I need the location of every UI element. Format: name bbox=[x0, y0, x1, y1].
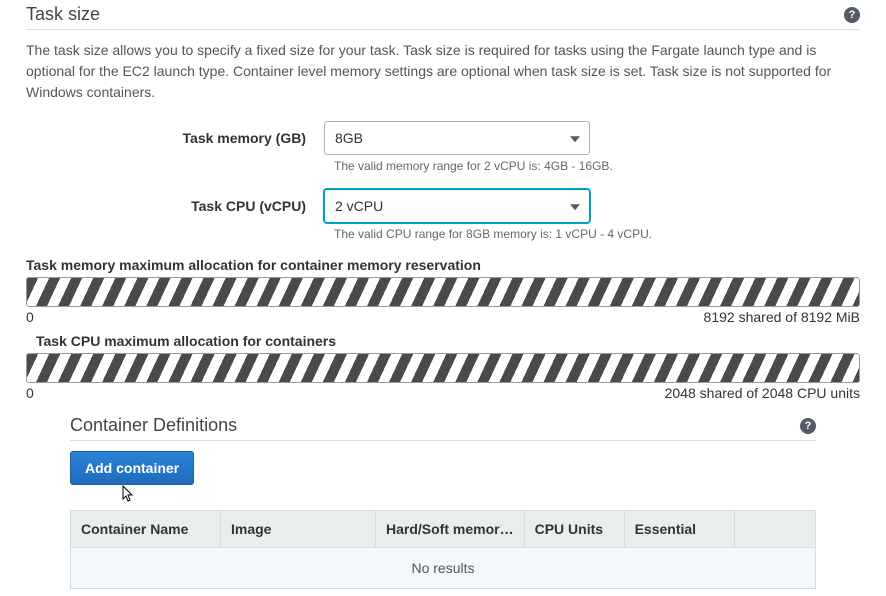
help-icon[interactable]: ? bbox=[800, 418, 816, 434]
cursor-icon bbox=[118, 485, 864, 512]
task-memory-value: 8GB bbox=[335, 130, 363, 146]
cpu-allocation-footer: 0 2048 shared of 2048 CPU units bbox=[26, 385, 860, 401]
memory-allocation-label: Task memory maximum allocation for conta… bbox=[26, 257, 860, 273]
memory-allocation-footer: 0 8192 shared of 8192 MiB bbox=[26, 309, 860, 325]
col-image[interactable]: Image bbox=[221, 511, 376, 548]
col-spacer bbox=[734, 511, 815, 548]
memory-allocation-min: 0 bbox=[26, 309, 34, 325]
task-memory-row: Task memory (GB) 8GB bbox=[26, 121, 860, 155]
task-size-header: Task size ? bbox=[26, 4, 860, 30]
task-cpu-select[interactable]: 2 vCPU bbox=[324, 189, 590, 223]
cpu-allocation-min: 0 bbox=[26, 385, 34, 401]
memory-allocation-status: 8192 shared of 8192 MiB bbox=[704, 309, 860, 325]
task-cpu-hint: The valid CPU range for 8GB memory is: 1… bbox=[324, 227, 860, 241]
col-cpu[interactable]: CPU Units bbox=[524, 511, 624, 548]
task-size-description: The task size allows you to specify a fi… bbox=[26, 40, 860, 103]
cpu-allocation-bar bbox=[26, 353, 860, 383]
chevron-down-icon bbox=[570, 204, 580, 210]
task-memory-label: Task memory (GB) bbox=[26, 130, 324, 146]
task-cpu-label: Task CPU (vCPU) bbox=[26, 198, 324, 214]
task-cpu-value: 2 vCPU bbox=[335, 198, 383, 214]
memory-allocation-bar bbox=[26, 277, 860, 307]
col-memory[interactable]: Hard/Soft memor… bbox=[376, 511, 525, 548]
cpu-allocation-label: Task CPU maximum allocation for containe… bbox=[36, 333, 860, 349]
table-header-row: Container Name Image Hard/Soft memor… CP… bbox=[71, 511, 816, 548]
col-container-name[interactable]: Container Name bbox=[71, 511, 221, 548]
container-defs-table: Container Name Image Hard/Soft memor… CP… bbox=[70, 510, 816, 589]
task-memory-hint: The valid memory range for 2 vCPU is: 4G… bbox=[324, 159, 860, 173]
task-memory-select[interactable]: 8GB bbox=[324, 121, 590, 155]
no-results-cell: No results bbox=[71, 548, 816, 589]
task-cpu-row: Task CPU (vCPU) 2 vCPU bbox=[26, 189, 860, 223]
container-defs-title: Container Definitions bbox=[70, 415, 237, 436]
container-defs-header: Container Definitions ? bbox=[70, 415, 816, 441]
add-container-button[interactable]: Add container bbox=[70, 451, 194, 485]
table-row-empty: No results bbox=[71, 548, 816, 589]
col-essential[interactable]: Essential bbox=[624, 511, 734, 548]
help-icon[interactable]: ? bbox=[844, 7, 860, 23]
chevron-down-icon bbox=[570, 136, 580, 142]
cpu-allocation-status: 2048 shared of 2048 CPU units bbox=[665, 385, 860, 401]
task-size-title: Task size bbox=[26, 4, 100, 25]
